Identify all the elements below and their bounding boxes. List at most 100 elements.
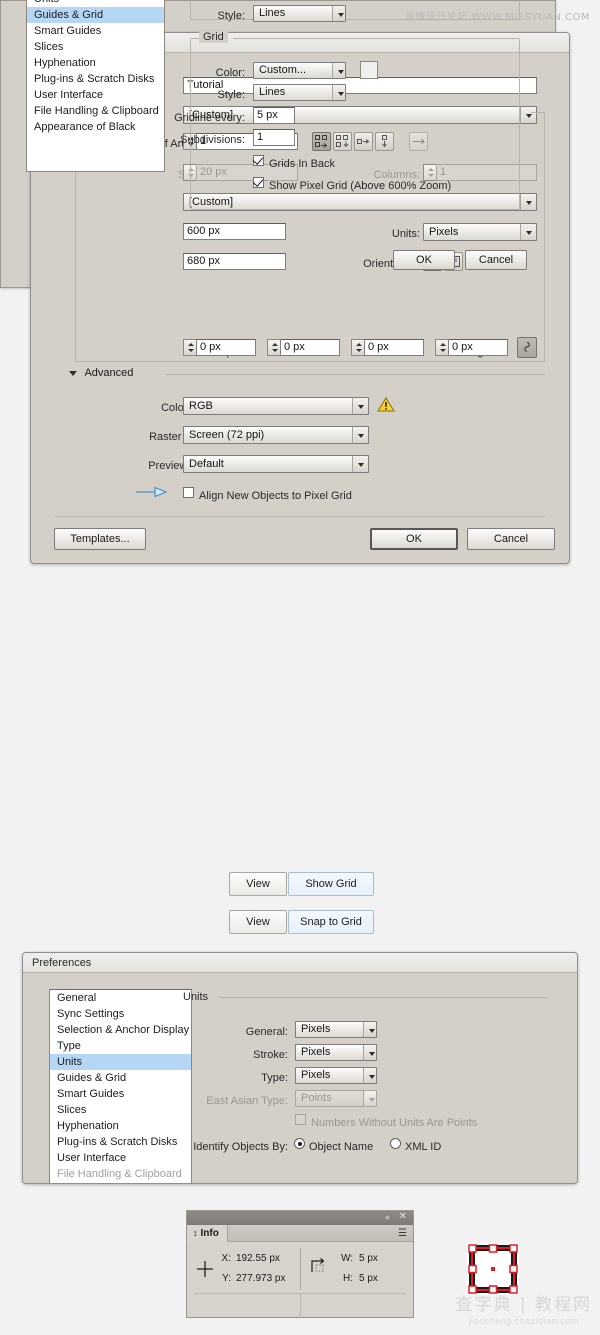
sidebar-item-file-handling-clipboard[interactable]: File Handling & Clipboard: [50, 1166, 191, 1182]
identify-xml-id-radio[interactable]: [390, 1138, 401, 1149]
bleed-left-stepper[interactable]: [351, 339, 364, 356]
sidebar-item-sync-settings[interactable]: Sync Settings: [50, 1006, 191, 1022]
preview-mode-select-value: Default: [189, 458, 224, 470]
grid-color-label: Color:: [215, 67, 245, 79]
grid-style-select[interactable]: Lines: [253, 84, 346, 101]
preview-mode-select[interactable]: Default: [183, 455, 369, 473]
bleed-top-stepper[interactable]: [183, 339, 196, 356]
info-y-value: 277.973 px: [236, 1273, 286, 1284]
sidebar-item-plugins-scratch-disks[interactable]: Plug-ins & Scratch Disks: [27, 71, 164, 87]
preferences-units-sidebar[interactable]: General Sync Settings Selection & Anchor…: [49, 989, 192, 1183]
bleed-bottom-stepper[interactable]: [267, 339, 280, 356]
sidebar-item-smart-guides[interactable]: Smart Guides: [27, 23, 164, 39]
menu-snap-to-grid-button[interactable]: Snap to Grid: [288, 910, 374, 934]
ok-button[interactable]: OK: [370, 528, 458, 550]
identify-object-name-radio[interactable]: [294, 1138, 305, 1149]
preferences-sidebar-list[interactable]: Units Guides & Grid Smart Guides Slices …: [26, 0, 165, 172]
templates-button[interactable]: Templates...: [54, 528, 146, 550]
chevron-down-icon: [363, 1022, 376, 1037]
show-pixel-grid-checkbox[interactable]: [253, 177, 264, 188]
units-select-value: Pixels: [429, 226, 459, 238]
pointer-arrow-icon: [135, 486, 169, 501]
sidebar-item-appearance-of-black[interactable]: Appearance of Black: [27, 119, 164, 135]
sidebar-item-selection-anchor-display[interactable]: Selection & Anchor Display: [50, 1022, 191, 1038]
grid-group-label: Grid: [199, 31, 228, 43]
height-input[interactable]: 680 px: [183, 253, 286, 270]
info-h-label: H:: [343, 1273, 353, 1284]
chevron-down-icon: [520, 194, 536, 210]
close-icon[interactable]: ✕: [399, 1211, 407, 1222]
info-panel-bottom-divider-v: [300, 1294, 301, 1316]
width-input[interactable]: 600 px: [183, 223, 286, 240]
info-panel-tab[interactable]: ↕ Info: [187, 1225, 228, 1242]
menu-view-button-2[interactable]: View: [229, 910, 287, 934]
grids-in-back-label: Grids In Back: [269, 158, 336, 170]
units-type-select[interactable]: Pixels: [295, 1067, 377, 1084]
cancel-button[interactable]: Cancel: [467, 528, 555, 550]
bleed-right-stepper[interactable]: [435, 339, 448, 356]
sidebar-item-guides-grid[interactable]: Guides & Grid: [50, 1070, 191, 1086]
align-pixel-grid-checkbox[interactable]: [183, 487, 194, 498]
profile-group-bracket-top-right: [531, 112, 545, 113]
sidebar-item-smart-guides[interactable]: Smart Guides: [50, 1086, 191, 1102]
identify-xml-id-label: XML ID: [405, 1141, 442, 1153]
chevron-down-icon: [332, 63, 345, 78]
updown-arrow-icon: ↕: [193, 1228, 198, 1238]
sidebar-item-guides-grid[interactable]: Guides & Grid: [27, 7, 164, 23]
sidebar-item-slices[interactable]: Slices: [50, 1102, 191, 1118]
units-section-divider: [218, 997, 548, 998]
prefs-guides-cancel-button[interactable]: Cancel: [465, 250, 527, 270]
grid-color-select[interactable]: Custom...: [253, 62, 346, 79]
menu-view-button-1[interactable]: View: [229, 872, 287, 896]
advanced-divider: [166, 374, 545, 375]
chevron-down-icon: [352, 456, 368, 472]
bleed-top-input[interactable]: 0 px: [196, 339, 256, 356]
sidebar-item-general[interactable]: General: [50, 990, 191, 1006]
units-select[interactable]: Pixels: [423, 223, 537, 241]
sidebar-item-units[interactable]: Units: [50, 1054, 191, 1070]
sidebar-item-slices[interactable]: Slices: [27, 39, 164, 55]
bleed-link-icon[interactable]: [517, 337, 537, 358]
collapse-icon[interactable]: «: [385, 1212, 390, 1222]
grids-in-back-checkbox[interactable]: [253, 155, 264, 166]
bleed-left-input[interactable]: 0 px: [364, 339, 424, 356]
gridline-every-input[interactable]: 5 px: [253, 107, 295, 124]
sidebar-item-hyphenation[interactable]: Hyphenation: [27, 55, 164, 71]
panel-menu-icon[interactable]: ☰: [398, 1228, 407, 1239]
preferences-units-title: Preferences: [23, 953, 577, 973]
sidebar-item-file-handling-clipboard[interactable]: File Handling & Clipboard: [27, 103, 164, 119]
numbers-without-units-checkbox: [295, 1114, 306, 1125]
color-mode-select-value: RGB: [189, 400, 213, 412]
raster-effects-select[interactable]: Screen (72 ppi): [183, 426, 369, 444]
units-general-select[interactable]: Pixels: [295, 1021, 377, 1038]
chevron-down-icon: [69, 370, 77, 376]
sidebar-item-appearance-of-black[interactable]: Appearance of Black: [50, 1182, 191, 1183]
units-type-select-value: Pixels: [301, 1069, 331, 1081]
info-panel-titlebar: « ✕: [187, 1211, 413, 1225]
units-east-asian-select-value: Points: [301, 1092, 332, 1104]
bleed-right-input[interactable]: 0 px: [448, 339, 508, 356]
guides-style-select[interactable]: Lines: [253, 5, 346, 22]
chevron-down-icon: [332, 6, 345, 21]
menu-show-grid-button[interactable]: Show Grid: [288, 872, 374, 896]
bleed-bottom-input[interactable]: 0 px: [280, 339, 340, 356]
units-stroke-select[interactable]: Pixels: [295, 1044, 377, 1061]
grid-color-select-value: Custom...: [259, 64, 307, 76]
grid-color-swatch[interactable]: [360, 61, 378, 79]
units-east-asian-label: East Asian Type:: [206, 1095, 288, 1107]
subdivisions-input[interactable]: 1: [253, 129, 295, 146]
units-stroke-select-value: Pixels: [301, 1046, 331, 1058]
color-mode-select[interactable]: RGB: [183, 397, 369, 415]
chevron-down-icon: [520, 224, 536, 240]
advanced-label: Advanced: [84, 367, 134, 379]
sidebar-item-type[interactable]: Type: [50, 1038, 191, 1054]
advanced-toggle[interactable]: Advanced: [69, 367, 133, 379]
info-h-value: 5 px: [359, 1273, 378, 1284]
sidebar-item-hyphenation[interactable]: Hyphenation: [50, 1118, 191, 1134]
prefs-guides-ok-button[interactable]: OK: [393, 250, 455, 270]
chevron-down-icon: [520, 107, 536, 123]
subdivisions-label: Subdivisions:: [180, 134, 245, 146]
sidebar-item-units[interactable]: Units: [27, 0, 164, 7]
units-stroke-label: Stroke:: [253, 1049, 288, 1061]
sidebar-item-user-interface[interactable]: User Interface: [27, 87, 164, 103]
